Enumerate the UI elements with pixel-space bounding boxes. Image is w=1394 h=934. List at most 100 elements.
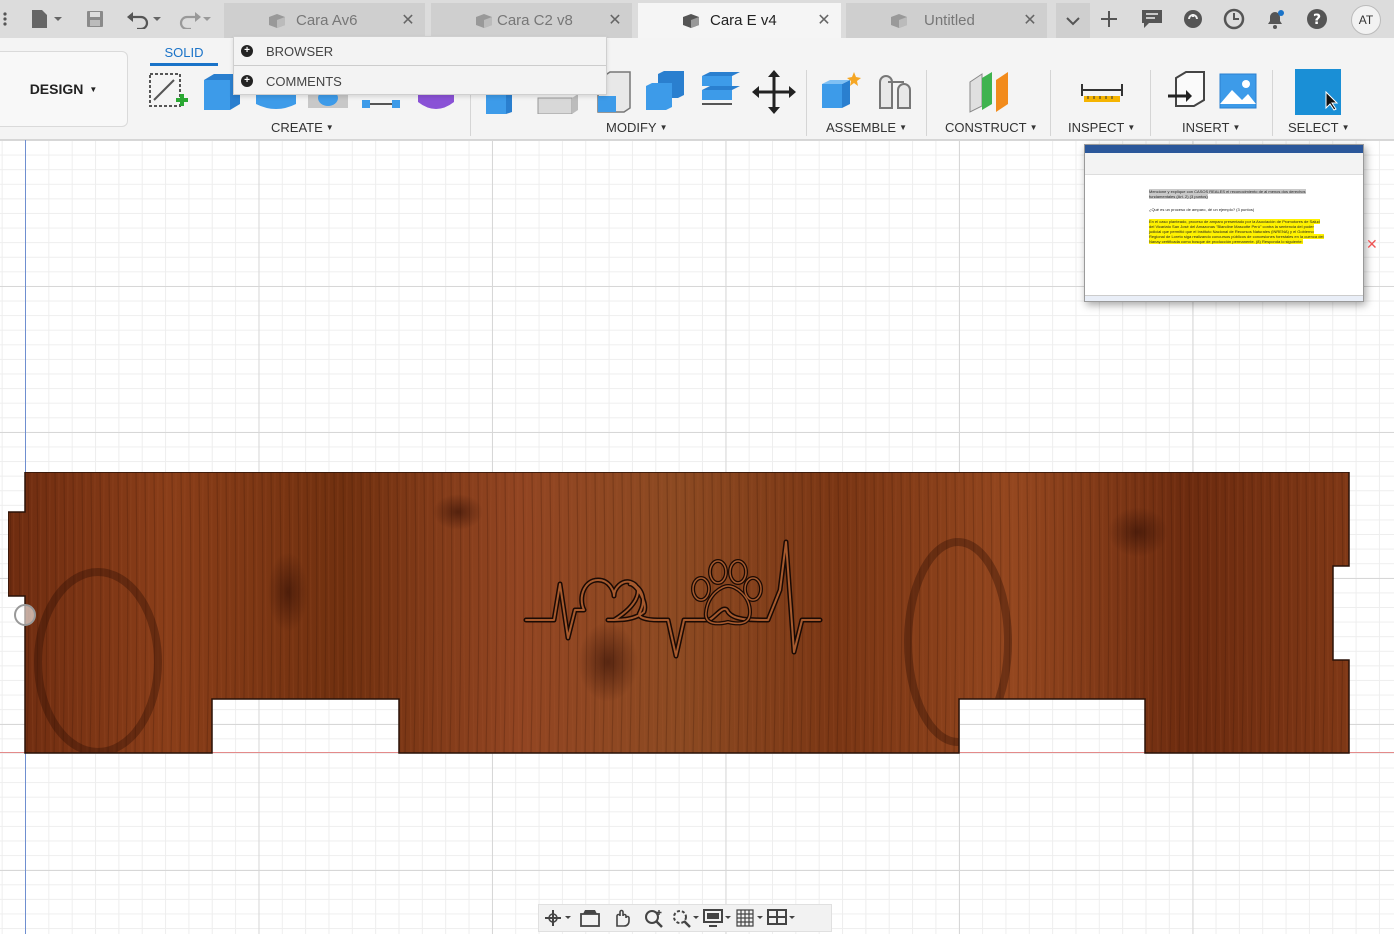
inspect-group-dropdown[interactable]: INSPECT ▼ [1068, 120, 1135, 135]
workspace-switcher-button[interactable]: DESIGN ▼ [0, 51, 128, 127]
thumbnail-ribbon [1085, 153, 1363, 175]
pan-hand-icon[interactable] [607, 906, 637, 930]
tab-solid[interactable]: SOLID [150, 42, 218, 66]
create-sketch-icon[interactable] [146, 70, 190, 114]
group-label: MODIFY [606, 120, 657, 135]
origin-point[interactable] [14, 604, 36, 626]
thumbnail-titlebar [1085, 145, 1363, 153]
group-separator [1050, 70, 1051, 136]
pattern-icon[interactable] [360, 92, 404, 114]
group-label: INSPECT [1068, 120, 1125, 135]
create-form-icon[interactable] [414, 92, 458, 114]
comments-panel-toggle[interactable]: + COMMENTS [234, 67, 606, 95]
look-at-icon[interactable] [575, 906, 605, 930]
joint-icon[interactable] [874, 70, 918, 114]
messages-icon[interactable] [1139, 6, 1165, 32]
tab-cara-c2v8[interactable]: Cara C2 v8 ✕ [431, 3, 632, 38]
select-icon[interactable] [1294, 68, 1342, 116]
thumbnail-taskbar [1085, 295, 1363, 301]
close-tab-icon[interactable]: ✕ [1021, 11, 1039, 29]
insert-canvas-image-icon[interactable] [1216, 70, 1260, 114]
tab-overflow-chevron-icon[interactable] [1056, 3, 1090, 38]
undo-icon[interactable] [124, 8, 164, 30]
offset-face-icon[interactable] [698, 70, 742, 114]
help-icon[interactable]: ? [1304, 6, 1330, 32]
job-status-icon[interactable] [1221, 6, 1247, 32]
close-tab-icon[interactable]: ✕ [606, 11, 624, 29]
user-avatar[interactable]: AT [1351, 5, 1381, 35]
combine-icon[interactable] [644, 70, 688, 114]
hole-icon[interactable] [306, 90, 350, 114]
orbit-icon[interactable] [543, 906, 573, 930]
wood-board-body[interactable] [8, 472, 1350, 754]
group-separator [806, 70, 807, 136]
main-toolbar: DESIGN ▼ SOLID CREATE ▼ MODIFY ▼ ASSEMBL… [0, 38, 1394, 140]
tab-label: Cara Av6 [296, 12, 358, 29]
expand-plus-icon: + [241, 45, 253, 57]
group-separator [1150, 70, 1151, 136]
caret-down-icon: ▼ [89, 84, 98, 94]
thumbnail-text-item4: Mencione y explique con CASOS REALES el … [1149, 189, 1306, 199]
redo-icon[interactable] [174, 8, 214, 30]
extensions-icon[interactable] [1180, 6, 1206, 32]
tab-label: Untitled [924, 12, 975, 29]
new-component-icon[interactable] [818, 70, 862, 114]
press-pull-icon[interactable] [484, 92, 528, 114]
menu-divider [234, 65, 606, 66]
group-label: CONSTRUCT [945, 120, 1027, 135]
caret-down-icon: ▼ [1029, 123, 1038, 132]
display-settings-icon[interactable] [703, 906, 733, 930]
component-cube-icon [891, 14, 907, 28]
caret-down-icon: ▼ [659, 123, 668, 132]
browser-panel-toggle[interactable]: + BROWSER [234, 37, 606, 65]
fit-zoom-icon[interactable] [671, 906, 701, 930]
viewports-icon[interactable] [767, 906, 797, 930]
component-cube-icon [683, 14, 699, 28]
tab-label: Cara C2 v8 [497, 12, 573, 29]
thumbnail-text-item6: En el caso planteado, proceso de amparo … [1149, 219, 1324, 244]
create-group-dropdown[interactable]: CREATE ▼ [271, 120, 334, 135]
insert-group-dropdown[interactable]: INSERT ▼ [1182, 120, 1240, 135]
tab-cara-ev4[interactable]: Cara E v4 ✕ [638, 3, 841, 38]
fillet-icon[interactable] [536, 92, 580, 115]
group-label: SELECT [1288, 120, 1339, 135]
close-tab-icon[interactable]: ✕ [815, 11, 833, 29]
tab-cara-av6[interactable]: Cara Av6 ✕ [224, 3, 425, 38]
group-label: CREATE [271, 120, 323, 135]
window-preview-thumbnail[interactable]: Mencione y explique con CASOS REALES el … [1084, 144, 1364, 302]
assemble-group-dropdown[interactable]: ASSEMBLE ▼ [826, 120, 907, 135]
grid-snap-icon[interactable] [735, 906, 765, 930]
construct-group-dropdown[interactable]: CONSTRUCT ▼ [945, 120, 1038, 135]
group-separator [926, 70, 927, 136]
workspace-label: DESIGN [29, 81, 84, 97]
tab-untitled[interactable]: Untitled ✕ [846, 3, 1047, 38]
component-cube-icon [269, 14, 285, 28]
group-label: INSERT [1182, 120, 1230, 135]
revolve-icon[interactable] [254, 92, 298, 114]
move-copy-icon[interactable] [752, 70, 796, 114]
measure-icon[interactable] [1080, 70, 1124, 114]
select-group-dropdown[interactable]: SELECT ▼ [1288, 120, 1350, 135]
grid-menu-icon[interactable] [0, 8, 10, 30]
close-tab-icon[interactable]: ✕ [399, 11, 417, 29]
save-icon[interactable] [82, 8, 108, 30]
expand-plus-icon: + [241, 75, 253, 87]
file-menu-icon[interactable] [28, 8, 66, 30]
zoom-icon[interactable] [639, 906, 669, 930]
caret-down-icon: ▼ [1232, 123, 1241, 132]
new-tab-plus-icon[interactable] [1096, 6, 1122, 32]
caret-down-icon: ▼ [1341, 123, 1350, 132]
group-separator [1272, 70, 1273, 136]
tab-label: Cara E v4 [710, 12, 777, 29]
caret-down-icon: ▼ [899, 123, 908, 132]
offset-plane-icon[interactable] [966, 70, 1010, 114]
modify-group-dropdown[interactable]: MODIFY ▼ [606, 120, 667, 135]
menu-item-label: COMMENTS [266, 73, 342, 89]
thumbnail-text-item5: ¿Qué es un proceso de amparo, dé un ejem… [1149, 207, 1255, 212]
svg-text:?: ? [1313, 12, 1321, 28]
notifications-bell-icon[interactable] [1262, 6, 1288, 32]
group-label: ASSEMBLE [826, 120, 897, 135]
caret-down-icon: ▼ [325, 123, 334, 132]
close-icon[interactable]: ✕ [1366, 236, 1378, 253]
insert-derive-icon[interactable] [1164, 70, 1208, 114]
